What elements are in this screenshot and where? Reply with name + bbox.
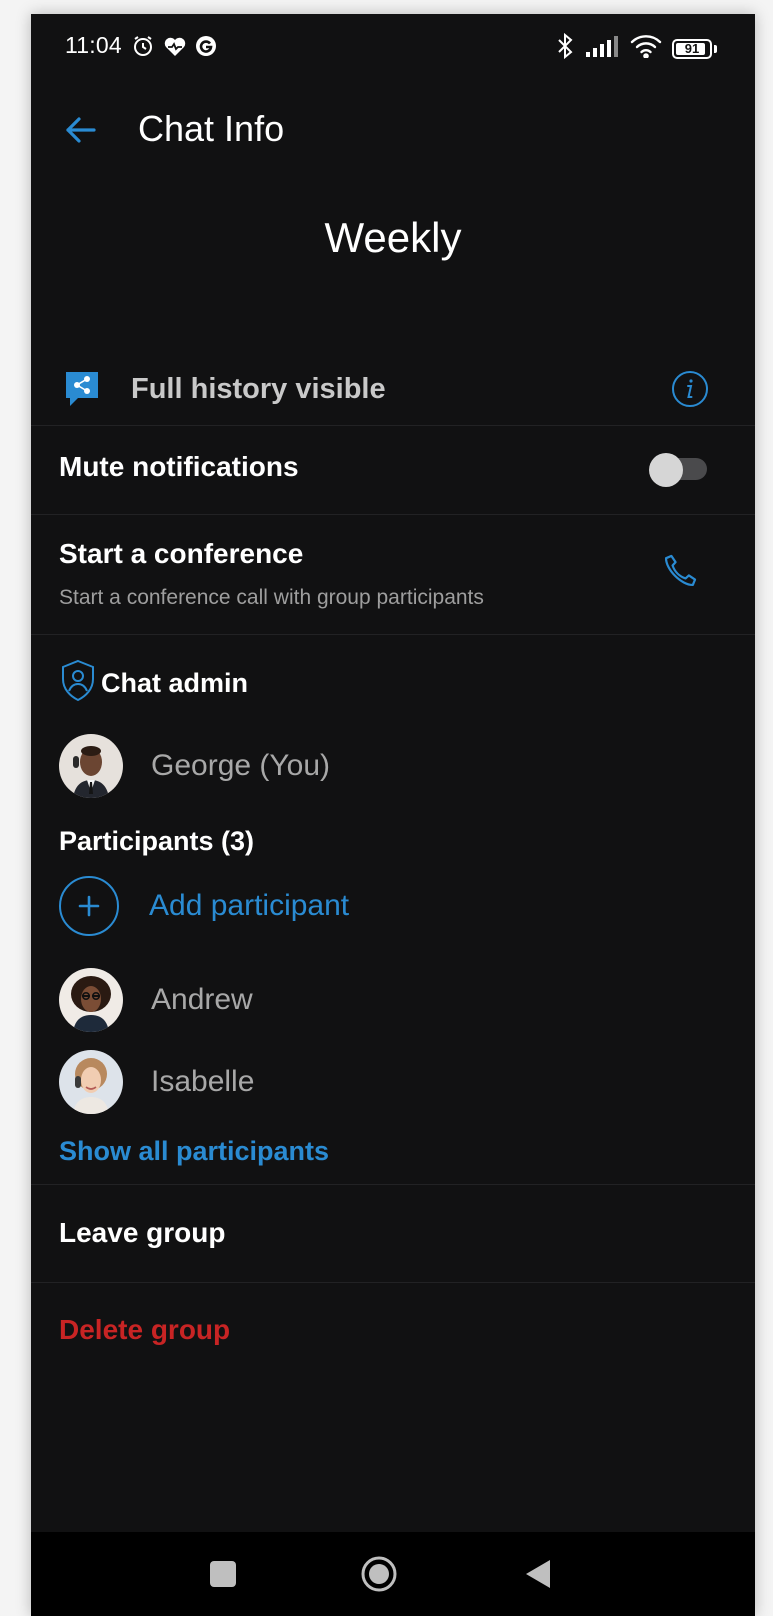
admin-member[interactable]: George (You)	[59, 734, 330, 798]
chat-admin-label: Chat admin	[101, 668, 249, 698]
signal-icon	[586, 35, 620, 62]
history-visibility-row: Full history visible	[31, 339, 755, 426]
share-chat-icon	[64, 370, 100, 413]
status-right-icons: 91	[554, 32, 717, 64]
triangle-back-icon	[526, 1560, 550, 1588]
wifi-icon	[630, 34, 662, 63]
start-conference-row[interactable]: Start a conference Start a conference ca…	[31, 514, 755, 635]
delete-group-label: Delete group	[59, 1314, 231, 1345]
add-participant-button[interactable]: Add participant	[59, 876, 349, 936]
participant-item[interactable]: Isabelle	[59, 1050, 254, 1114]
status-bar: 11:04 91	[31, 14, 755, 82]
mute-notifications-row: Mute notifications	[31, 425, 755, 515]
plus-circle-icon	[59, 876, 119, 936]
home-circle-icon	[361, 1556, 397, 1592]
participants-header: Participants (3)	[59, 826, 255, 856]
conference-title: Start a conference	[59, 538, 304, 569]
add-participant-label: Add participant	[149, 889, 350, 922]
phone-screen: 11:04 91 Chat Info Weekly Full history v…	[31, 14, 755, 1616]
participant-item[interactable]: Andrew	[59, 968, 253, 1032]
battery-tip	[714, 44, 717, 53]
leave-group-button[interactable]: Leave group	[31, 1184, 755, 1283]
member-name: Isabelle	[151, 1065, 255, 1098]
app-bar: Chat Info	[31, 94, 755, 174]
home-button[interactable]	[359, 1554, 399, 1594]
toggle-thumb	[649, 453, 683, 487]
status-time: 11:04	[65, 32, 122, 58]
avatar	[59, 1050, 123, 1114]
arrow-left-icon	[66, 117, 96, 143]
mute-notifications-toggle[interactable]	[649, 453, 707, 487]
back-nav-button[interactable]	[518, 1554, 558, 1594]
history-label: Full history visible	[131, 373, 386, 405]
square-icon	[210, 1561, 236, 1587]
page-title: Chat Info	[138, 108, 285, 149]
chat-admin-header: Chat admin	[59, 659, 248, 708]
recents-button[interactable]	[203, 1554, 243, 1594]
mute-notifications-label: Mute notifications	[59, 451, 299, 482]
group-name: Weekly	[324, 214, 462, 261]
system-navigation-bar	[31, 1532, 755, 1616]
avatar	[59, 968, 123, 1032]
leave-group-label: Leave group	[59, 1217, 226, 1248]
health-icon	[163, 35, 187, 62]
member-name: Andrew	[151, 983, 253, 1016]
member-name: George (You)	[151, 749, 331, 782]
bluetooth-icon	[554, 32, 576, 64]
alarm-icon	[131, 34, 155, 63]
delete-group-button[interactable]: Delete group	[31, 1282, 755, 1378]
battery-indicator: 91	[672, 38, 712, 59]
info-icon[interactable]	[671, 370, 709, 413]
conference-subtitle: Start a conference call with group parti…	[59, 586, 484, 609]
status-left-icons	[131, 34, 217, 63]
avatar	[59, 734, 123, 798]
back-button[interactable]	[61, 110, 101, 150]
phone-icon[interactable]	[661, 552, 699, 595]
show-all-participants-link[interactable]: Show all participants	[59, 1136, 329, 1167]
shield-user-icon	[59, 659, 97, 708]
battery-level: 91	[684, 41, 700, 56]
google-icon	[195, 35, 217, 62]
